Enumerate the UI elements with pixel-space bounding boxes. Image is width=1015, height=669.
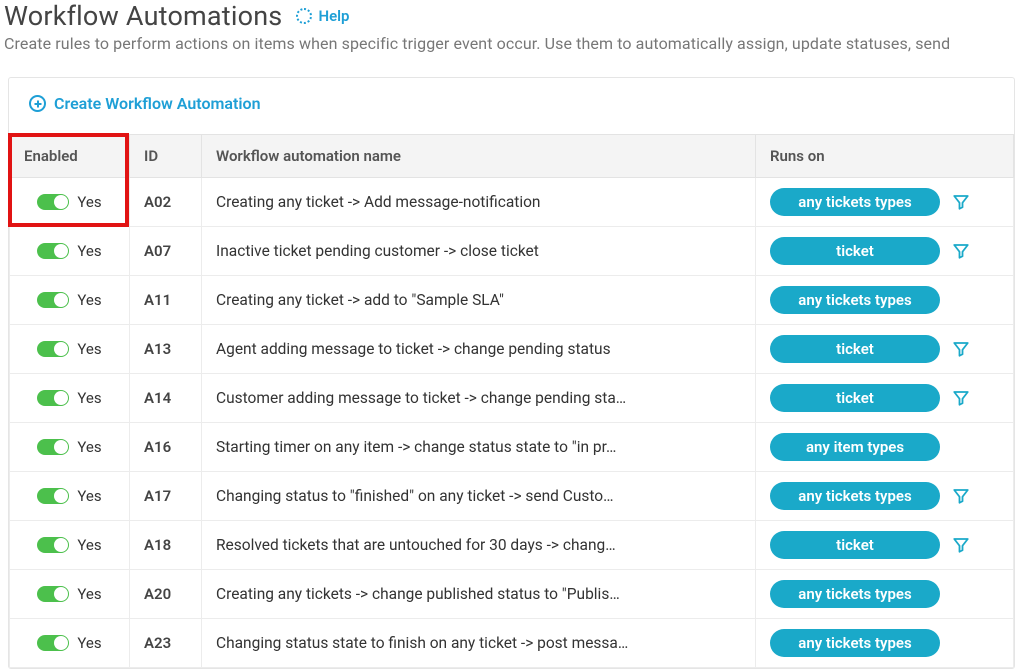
runs-on-pill[interactable]: any tickets types bbox=[770, 629, 940, 657]
enabled-label: Yes bbox=[77, 634, 101, 652]
runs-on-pill[interactable]: ticket bbox=[770, 237, 940, 265]
table-row[interactable]: Yes A16Starting timer on any item -> cha… bbox=[10, 423, 1014, 472]
id-cell: A02 bbox=[130, 178, 202, 227]
runs-on-pill[interactable]: any tickets types bbox=[770, 188, 940, 216]
table-row[interactable]: Yes A07Inactive ticket pending customer … bbox=[10, 227, 1014, 276]
page-subtitle: Create rules to perform actions on items… bbox=[4, 34, 1015, 53]
plus-circle-icon bbox=[29, 95, 46, 112]
create-workflow-button[interactable]: Create Workflow Automation bbox=[29, 94, 261, 113]
enabled-label: Yes bbox=[77, 438, 101, 456]
create-workflow-label: Create Workflow Automation bbox=[54, 94, 261, 113]
name-cell[interactable]: Creating any ticket -> add to "Sample SL… bbox=[202, 276, 756, 325]
enabled-toggle[interactable] bbox=[37, 390, 69, 406]
id-cell: A07 bbox=[130, 227, 202, 276]
filter-icon[interactable] bbox=[950, 487, 972, 505]
table-row[interactable]: Yes A13Agent adding message to ticket ->… bbox=[10, 325, 1014, 374]
enabled-toggle[interactable] bbox=[37, 586, 69, 602]
table-row[interactable]: Yes A20Creating any tickets -> change pu… bbox=[10, 570, 1014, 619]
enabled-label: Yes bbox=[77, 487, 101, 505]
id-cell: A13 bbox=[130, 325, 202, 374]
table-row[interactable]: Yes A23Changing status state to finish o… bbox=[10, 619, 1014, 668]
enabled-toggle[interactable] bbox=[37, 537, 69, 553]
help-label: Help bbox=[318, 7, 349, 25]
name-cell[interactable]: Changing status state to finish on any t… bbox=[202, 619, 756, 668]
col-header-id[interactable]: ID bbox=[130, 135, 202, 178]
id-cell: A16 bbox=[130, 423, 202, 472]
page-title: Workflow Automations bbox=[4, 0, 282, 32]
id-cell: A20 bbox=[130, 570, 202, 619]
enabled-toggle[interactable] bbox=[37, 292, 69, 308]
id-cell: A14 bbox=[130, 374, 202, 423]
runs-on-pill[interactable]: ticket bbox=[770, 335, 940, 363]
table-row[interactable]: Yes A17Changing status to "finished" on … bbox=[10, 472, 1014, 521]
id-cell: A11 bbox=[130, 276, 202, 325]
help-icon bbox=[296, 8, 312, 24]
col-header-runs-on[interactable]: Runs on bbox=[756, 135, 1014, 178]
table-row[interactable]: Yes A11Creating any ticket -> add to "Sa… bbox=[10, 276, 1014, 325]
table-row[interactable]: Yes A14Customer adding message to ticket… bbox=[10, 374, 1014, 423]
id-cell: A18 bbox=[130, 521, 202, 570]
runs-on-pill[interactable]: any tickets types bbox=[770, 580, 940, 608]
col-header-enabled[interactable]: Enabled bbox=[10, 135, 130, 178]
enabled-label: Yes bbox=[77, 242, 101, 260]
name-cell[interactable]: Creating any ticket -> Add message-notif… bbox=[202, 178, 756, 227]
runs-on-pill[interactable]: ticket bbox=[770, 384, 940, 412]
automations-panel: Create Workflow Automation Enabled ID Wo… bbox=[8, 77, 1015, 669]
name-cell[interactable]: Changing status to "finished" on any tic… bbox=[202, 472, 756, 521]
name-cell[interactable]: Starting timer on any item -> change sta… bbox=[202, 423, 756, 472]
enabled-label: Yes bbox=[77, 340, 101, 358]
filter-icon[interactable] bbox=[950, 242, 972, 260]
name-cell[interactable]: Customer adding message to ticket -> cha… bbox=[202, 374, 756, 423]
name-cell[interactable]: Creating any tickets -> change published… bbox=[202, 570, 756, 619]
name-cell[interactable]: Agent adding message to ticket -> change… bbox=[202, 325, 756, 374]
enabled-label: Yes bbox=[77, 389, 101, 407]
page-header: Workflow Automations Help Create rules t… bbox=[0, 0, 1015, 61]
name-cell[interactable]: Resolved tickets that are untouched for … bbox=[202, 521, 756, 570]
filter-icon[interactable] bbox=[950, 536, 972, 554]
enabled-toggle[interactable] bbox=[37, 439, 69, 455]
id-cell: A23 bbox=[130, 619, 202, 668]
table-row[interactable]: Yes A02Creating any ticket -> Add messag… bbox=[10, 178, 1014, 227]
automations-table: Enabled ID Workflow automation name Runs… bbox=[9, 134, 1014, 668]
enabled-label: Yes bbox=[77, 291, 101, 309]
enabled-toggle[interactable] bbox=[37, 194, 69, 210]
enabled-toggle[interactable] bbox=[37, 341, 69, 357]
name-cell[interactable]: Inactive ticket pending customer -> clos… bbox=[202, 227, 756, 276]
runs-on-pill[interactable]: any tickets types bbox=[770, 286, 940, 314]
enabled-toggle[interactable] bbox=[37, 635, 69, 651]
enabled-toggle[interactable] bbox=[37, 243, 69, 259]
table-row[interactable]: Yes A18Resolved tickets that are untouch… bbox=[10, 521, 1014, 570]
runs-on-pill[interactable]: ticket bbox=[770, 531, 940, 559]
id-cell: A17 bbox=[130, 472, 202, 521]
enabled-toggle[interactable] bbox=[37, 488, 69, 504]
enabled-label: Yes bbox=[77, 536, 101, 554]
help-link[interactable]: Help bbox=[296, 7, 349, 25]
filter-icon[interactable] bbox=[950, 340, 972, 358]
col-header-name[interactable]: Workflow automation name bbox=[202, 135, 756, 178]
enabled-label: Yes bbox=[77, 193, 101, 211]
filter-icon[interactable] bbox=[950, 193, 972, 211]
filter-icon[interactable] bbox=[950, 389, 972, 407]
runs-on-pill[interactable]: any item types bbox=[770, 433, 940, 461]
runs-on-pill[interactable]: any tickets types bbox=[770, 482, 940, 510]
enabled-label: Yes bbox=[77, 585, 101, 603]
